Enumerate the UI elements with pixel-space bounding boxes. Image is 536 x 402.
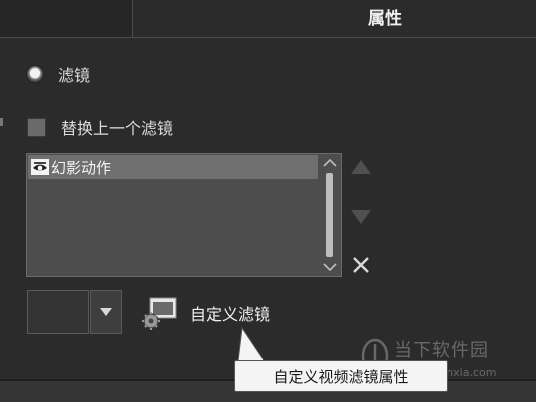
scroll-up-icon[interactable]: [323, 158, 337, 168]
replace-checkbox[interactable]: [27, 117, 46, 137]
scroll-down-icon[interactable]: [323, 262, 337, 272]
list-item[interactable]: 幻影动作: [28, 155, 318, 179]
customize-filter-icon: [142, 297, 177, 330]
preset-dropdown[interactable]: [90, 290, 122, 334]
list-scrollbar[interactable]: [320, 155, 340, 275]
watermark-name: 当下软件园: [394, 340, 489, 361]
top-tab[interactable]: [0, 0, 133, 38]
edge-marker: [0, 118, 3, 126]
filter-radio-label: 滤镜: [58, 66, 91, 85]
header-divider: [133, 37, 536, 38]
replace-checkbox-row[interactable]: 替换上一个滤镜: [27, 114, 173, 140]
scroll-thumb[interactable]: [326, 173, 333, 257]
replace-checkbox-label: 替换上一个滤镜: [61, 119, 174, 138]
tooltip: 自定义视频滤镜属性: [234, 360, 448, 392]
filter-radio[interactable]: [26, 65, 44, 83]
move-up-icon[interactable]: [350, 158, 372, 176]
delete-icon[interactable]: [351, 255, 371, 275]
chevron-down-icon: [100, 308, 112, 316]
list-item-label: 幻影动作: [51, 158, 112, 177]
eye-icon: [31, 159, 49, 175]
filter-list[interactable]: 幻影动作: [26, 153, 342, 277]
panel-title: 属性: [368, 9, 402, 29]
tooltip-text: 自定义视频滤镜属性: [273, 367, 409, 386]
filter-preset-swatch[interactable]: [27, 290, 89, 334]
move-down-icon[interactable]: [350, 208, 372, 226]
tooltip-pointer: [237, 326, 265, 362]
customize-filter-label: 自定义滤镜: [190, 305, 271, 324]
filter-radio-row[interactable]: 滤镜: [26, 62, 90, 86]
